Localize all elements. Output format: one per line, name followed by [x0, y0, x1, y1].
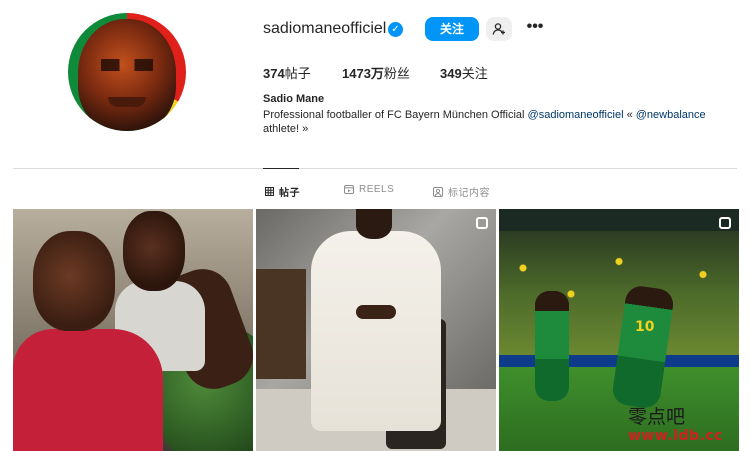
post-thumbnail[interactable] [13, 209, 253, 451]
post-photo-detail [356, 305, 396, 319]
followers-label: 粉丝 [383, 66, 410, 81]
suggest-similar-button[interactable] [486, 17, 512, 41]
post-photo-detail [123, 211, 185, 291]
carousel-icon [719, 217, 731, 229]
follow-button[interactable]: 关注 [425, 17, 479, 41]
carousel-icon [476, 217, 488, 229]
post-thumbnail[interactable]: 10 [499, 209, 739, 451]
post-photo-detail [13, 329, 163, 451]
watermark-text: 零点吧 [628, 406, 686, 428]
bio-text: « [623, 109, 636, 121]
grid-icon [265, 187, 274, 196]
avatar-face [78, 19, 176, 131]
profile-divider [13, 168, 737, 169]
active-tab-indicator [263, 168, 299, 169]
stat-following[interactable]: 349关注 [440, 63, 488, 82]
verified-badge-icon: ✓ [388, 22, 403, 37]
bio-text: Professional footballer of FC Bayern Mün… [263, 109, 528, 121]
more-icon: ••• [526, 18, 544, 35]
watermark-url: www.ldb.cc [628, 428, 723, 444]
profile-username: sadiomaneofficiel [263, 20, 387, 37]
tab-label: REELS [359, 184, 395, 195]
post-thumbnail[interactable] [256, 209, 496, 451]
tab-posts[interactable]: 帖子 [265, 184, 300, 199]
tab-tagged[interactable]: 标记内容 [433, 184, 490, 199]
posts-label: 帖子 [284, 66, 311, 81]
posts-count: 374 [263, 66, 285, 81]
reels-icon [344, 185, 354, 194]
tab-label: 标记内容 [448, 188, 490, 199]
bio-mention-link[interactable]: @sadiomaneofficiel [528, 109, 624, 121]
jersey-number: 10 [635, 319, 655, 335]
following-label: 关注 [461, 66, 488, 81]
post-photo-detail [256, 269, 306, 379]
more-options-button[interactable]: ••• [524, 17, 546, 41]
stat-followers[interactable]: 1473万粉丝 [342, 63, 410, 82]
post-photo-detail [33, 231, 115, 331]
bio-text: athlete! » [263, 123, 309, 135]
tab-reels[interactable]: REELS [344, 184, 394, 195]
post-photo-detail [356, 209, 392, 239]
person-add-icon [492, 23, 505, 35]
bio-mention-link[interactable]: @newbalance [636, 109, 706, 121]
followers-count: 1473万 [342, 66, 384, 81]
following-count: 349 [440, 66, 462, 81]
post-photo-detail [311, 231, 441, 431]
post-photo-detail [535, 291, 569, 401]
tab-label: 帖子 [279, 188, 300, 199]
tagged-icon [433, 186, 443, 197]
profile-full-name: Sadio Mane [263, 93, 325, 105]
post-photo-detail [499, 209, 739, 231]
profile-avatar[interactable] [68, 13, 186, 131]
profile-bio: Professional footballer of FC Bayern Mün… [263, 108, 743, 136]
stat-posts[interactable]: 374帖子 [263, 63, 311, 82]
